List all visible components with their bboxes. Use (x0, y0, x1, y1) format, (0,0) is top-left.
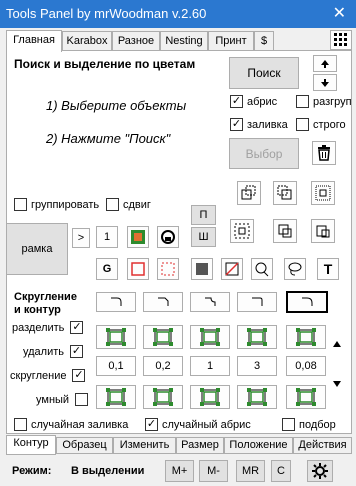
podbor-checkbox[interactable]: подбор (282, 418, 336, 431)
tab-obrazec[interactable]: Образец (56, 437, 113, 454)
strogo-checkbox[interactable]: строго (296, 118, 346, 131)
side-scroll[interactable] (332, 325, 342, 403)
lasso-icon[interactable] (284, 258, 306, 280)
zalivka-checkbox[interactable]: ✓ заливка (230, 118, 288, 131)
corner-style-2-icon[interactable] (143, 292, 183, 312)
tab-print[interactable]: Принт (208, 31, 254, 51)
search-button[interactable]: Поиск (229, 57, 299, 89)
shift-checkbox[interactable]: сдвиг (106, 198, 151, 211)
tab-dollar[interactable]: $ (254, 31, 274, 51)
paste-icon[interactable] (311, 219, 335, 243)
green-frame-icon-1-5[interactable] (286, 325, 326, 349)
corner-style-4-icon[interactable] (237, 292, 277, 312)
check-mark-icon: ✓ (230, 95, 243, 108)
red-square-icon[interactable] (127, 258, 149, 280)
green-frame-icon-2-3[interactable] (190, 385, 230, 409)
arrow-down-icon[interactable] (313, 74, 337, 91)
memory-plus-button[interactable]: M+ (165, 460, 194, 482)
sh-button[interactable]: Ш (191, 227, 216, 247)
g-button[interactable]: G (96, 258, 118, 280)
check-mark-icon: ✓ (70, 321, 84, 334)
tab-polozhenie[interactable]: Положение (224, 437, 293, 454)
tab-razmer[interactable]: Размер (176, 437, 224, 454)
round-checkbox[interactable]: скругление ✓ (10, 369, 89, 382)
green-frame-icon-1-2[interactable] (143, 325, 183, 349)
select-dots-icon[interactable] (311, 181, 335, 205)
value-field-5[interactable]: 0,08 (286, 356, 326, 376)
texture-fill-icon[interactable] (127, 226, 149, 248)
arrow-up-icon[interactable] (313, 55, 337, 72)
step2-text: 2) Нажмите "Поиск" (46, 131, 171, 146)
green-frame-icon-1-1[interactable] (96, 325, 136, 349)
random-abris-checkbox[interactable]: ✓ случайный абрис (145, 418, 251, 431)
tab-kontur[interactable]: Контур (6, 435, 56, 455)
copy-up-icon[interactable] (237, 181, 261, 205)
gray-square-icon[interactable] (191, 258, 213, 280)
close-icon[interactable]: ✕ (333, 3, 346, 23)
check-mark-icon: ✓ (230, 118, 243, 131)
next-button[interactable]: > (72, 228, 90, 248)
green-frame-icon-2-5[interactable] (286, 385, 326, 409)
clear-button[interactable]: C (271, 460, 291, 482)
p-button[interactable]: П (191, 205, 216, 225)
smart-checkbox[interactable]: умный (36, 393, 92, 406)
value-field-3[interactable]: 1 (190, 356, 230, 376)
settings-gear-icon[interactable] (307, 460, 333, 482)
window-title: Tools Panel by mrWoodman v.2.60 (6, 6, 207, 21)
green-frame-icon-2-1[interactable] (96, 385, 136, 409)
step1-text: 1) Выберите объекты (46, 98, 187, 113)
no-fill-icon[interactable] (221, 258, 243, 280)
frame-select-icon[interactable] (230, 219, 254, 243)
corner-style-1-icon[interactable] (96, 292, 136, 312)
abris-checkbox[interactable]: ✓ абрис (230, 95, 277, 108)
tab-raznoe[interactable]: Разное (112, 31, 160, 51)
section-heading: Поиск и выделение по цветам (14, 57, 196, 71)
random-fill-checkbox[interactable]: случайная заливка (14, 418, 128, 431)
tab-izmenit[interactable]: Изменить (113, 437, 176, 454)
memory-recall-button[interactable]: MR (236, 460, 265, 482)
group-copy-icon[interactable] (273, 219, 297, 243)
select-button[interactable]: Выбор (229, 138, 299, 169)
one-button[interactable]: 1 (96, 226, 118, 248)
group-checkbox[interactable]: группировать (14, 198, 99, 211)
green-frame-icon-1-3[interactable] (190, 325, 230, 349)
text-tool-button[interactable]: T (317, 258, 339, 280)
red-dashed-square-icon[interactable] (157, 258, 179, 280)
lock-circle-icon[interactable] (157, 226, 179, 248)
ramka-button[interactable]: рамка (6, 223, 68, 275)
green-frame-icon-2-4[interactable] (237, 385, 277, 409)
corner-style-5-icon[interactable] (286, 291, 328, 313)
value-field-2[interactable]: 0,2 (143, 356, 183, 376)
green-frame-icon-2-2[interactable] (143, 385, 183, 409)
mode-value: В выделении (71, 465, 145, 477)
magnify-circle-icon[interactable] (251, 258, 273, 280)
value-field-1[interactable]: 0,1 (96, 356, 136, 376)
mode-label: Режим: (12, 465, 52, 477)
title-bar: Tools Panel by mrWoodman v.2.60 ✕ (0, 0, 356, 28)
check-mark-icon: ✓ (72, 369, 86, 382)
green-frame-icon-1-4[interactable] (237, 325, 277, 349)
split-checkbox[interactable]: разделить ✓ (12, 321, 87, 334)
tab-deystviya[interactable]: Действия (293, 437, 352, 454)
copy-down-icon[interactable] (273, 181, 297, 205)
remove-checkbox[interactable]: удалить ✓ (23, 345, 87, 358)
memory-minus-button[interactable]: M- (199, 460, 228, 482)
value-field-4[interactable]: 3 (237, 356, 277, 376)
trash-icon[interactable] (312, 141, 336, 165)
scroll-arrows-icon (333, 341, 341, 387)
razgroup-checkbox[interactable]: разгруп (296, 95, 352, 108)
check-mark-icon: ✓ (145, 418, 158, 431)
grid-menu-icon[interactable] (330, 30, 352, 50)
tab-glavnaya[interactable]: Главная (6, 30, 62, 52)
tab-karabox[interactable]: Karabox (62, 31, 112, 51)
round-heading: Скругление и контур (14, 291, 77, 316)
corner-style-3-icon[interactable] (190, 292, 230, 312)
tab-nesting[interactable]: Nesting (160, 31, 208, 51)
check-mark-icon: ✓ (70, 345, 84, 358)
